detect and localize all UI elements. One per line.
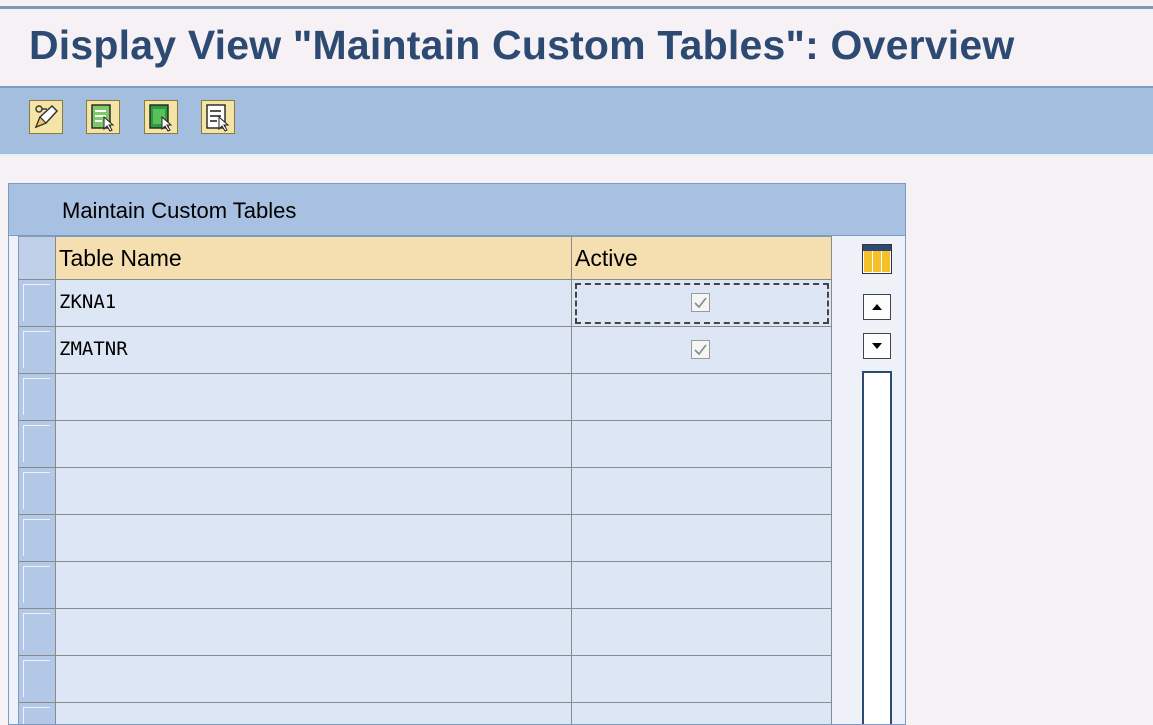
checkmark-icon (694, 344, 707, 356)
row-selector[interactable] (18, 374, 56, 421)
table-control-title: Maintain Custom Tables (62, 198, 297, 223)
table-control: Maintain Custom Tables Table Name Active… (8, 183, 906, 725)
table-name-cell[interactable] (56, 562, 572, 609)
active-cell[interactable] (572, 374, 832, 421)
active-cell[interactable] (572, 656, 832, 703)
active-cell[interactable] (572, 421, 832, 468)
row-selector[interactable] (18, 562, 56, 609)
table-header-row: Table Name Active (18, 236, 834, 280)
display-change-button[interactable] (29, 100, 63, 134)
active-cell[interactable] (572, 562, 832, 609)
active-cell[interactable] (572, 280, 832, 327)
checkmark-icon (694, 297, 707, 309)
application-toolbar (0, 86, 1153, 156)
row-selector[interactable] (18, 703, 56, 724)
vertical-scrollbar[interactable] (862, 371, 892, 724)
table-name-cell[interactable] (56, 468, 572, 515)
table-name-cell[interactable] (56, 703, 572, 724)
column-header-active[interactable]: Active (572, 236, 832, 280)
arrow-down-icon (872, 343, 882, 349)
table-grid: Table Name Active ZKNA1 ZMATNR (18, 236, 834, 724)
page-title: Display View "Maintain Custom Tables": O… (29, 22, 1015, 68)
page: Display View "Maintain Custom Tables": O… (0, 0, 1153, 725)
arrow-up-icon (872, 304, 882, 310)
select-all-icon (91, 104, 115, 132)
row-selector[interactable] (18, 468, 56, 515)
scroll-up-button[interactable] (863, 294, 891, 320)
active-cell[interactable] (572, 468, 832, 515)
table-name-cell[interactable] (56, 609, 572, 656)
column-config-icon (863, 245, 891, 272)
table-name-cell[interactable] (56, 421, 572, 468)
row-selector[interactable] (18, 609, 56, 656)
active-cell[interactable] (572, 515, 832, 562)
table-name-cell[interactable] (56, 374, 572, 421)
table-name-cell[interactable] (56, 656, 572, 703)
table-name-cell[interactable]: ZKNA1 (56, 280, 572, 327)
select-block-button[interactable] (144, 100, 178, 134)
active-checkbox[interactable] (691, 340, 710, 359)
table-name-cell[interactable]: ZMATNR (56, 327, 572, 374)
select-all-button[interactable] (86, 100, 120, 134)
row-selector[interactable] (18, 421, 56, 468)
select-block-icon (149, 104, 173, 132)
row-selector[interactable] (18, 515, 56, 562)
table-settings-button[interactable] (862, 244, 892, 274)
deselect-all-icon (206, 104, 230, 132)
scroll-down-button[interactable] (863, 333, 891, 359)
active-cell[interactable] (572, 609, 832, 656)
table-name-cell[interactable] (56, 515, 572, 562)
top-rule (0, 6, 1153, 9)
active-cell[interactable] (572, 327, 832, 374)
row-selector[interactable] (18, 656, 56, 703)
active-cell[interactable] (572, 703, 832, 724)
row-selector[interactable] (18, 327, 56, 374)
display-change-icon (34, 104, 59, 129)
table-side-controls (857, 236, 897, 724)
active-checkbox[interactable] (691, 293, 710, 312)
deselect-all-button[interactable] (201, 100, 235, 134)
select-all-rows-corner[interactable] (18, 236, 56, 280)
column-header-table-name[interactable]: Table Name (56, 236, 572, 280)
row-selector[interactable] (18, 280, 56, 327)
table-control-title-bar: Maintain Custom Tables (9, 184, 905, 236)
